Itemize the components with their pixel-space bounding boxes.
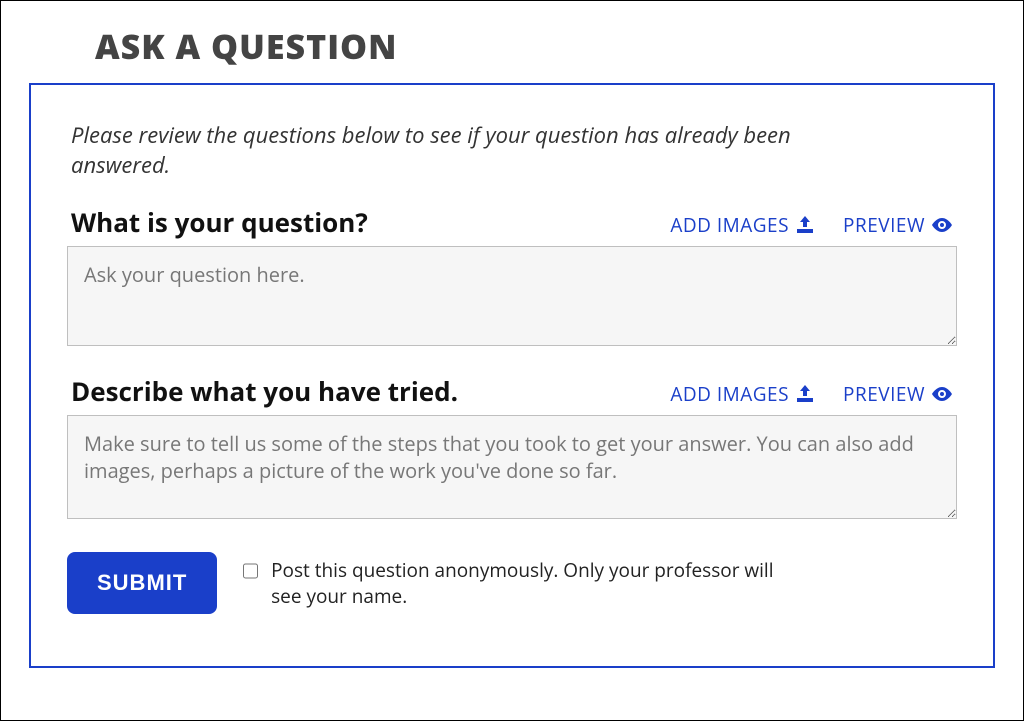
add-images-label: ADD IMAGES <box>670 381 789 407</box>
upload-icon <box>795 216 815 234</box>
add-images-button[interactable]: ADD IMAGES <box>670 212 815 238</box>
preview-button[interactable]: PREVIEW <box>843 212 953 238</box>
intro-text: Please review the questions below to see… <box>71 121 831 180</box>
anonymous-option[interactable]: Post this question anonymously. Only you… <box>239 552 799 609</box>
question-header-actions: ADD IMAGES PREVIEW <box>670 212 953 238</box>
preview-label: PREVIEW <box>843 212 925 238</box>
tried-textarea[interactable] <box>67 415 957 519</box>
ask-question-panel: Please review the questions below to see… <box>29 83 995 668</box>
preview-label: PREVIEW <box>843 381 925 407</box>
add-images-label: ADD IMAGES <box>670 212 789 238</box>
tried-label: Describe what you have tried. <box>71 373 458 409</box>
anonymous-label: Post this question anonymously. Only you… <box>271 558 799 609</box>
submit-button[interactable]: SUBMIT <box>67 552 217 614</box>
tried-header: Describe what you have tried. ADD IMAGES… <box>67 373 957 415</box>
preview-button[interactable]: PREVIEW <box>843 381 953 407</box>
tried-section: Describe what you have tried. ADD IMAGES… <box>67 373 957 524</box>
question-section: What is your question? ADD IMAGES PREVIE… <box>67 204 957 351</box>
upload-icon <box>795 385 815 403</box>
page-title: ASK A QUESTION <box>95 23 995 69</box>
app-frame: ASK A QUESTION Please review the questio… <box>0 0 1024 721</box>
question-textarea[interactable] <box>67 246 957 346</box>
question-header: What is your question? ADD IMAGES PREVIE… <box>67 204 957 246</box>
question-label: What is your question? <box>71 204 368 240</box>
eye-icon <box>931 387 953 401</box>
add-images-button[interactable]: ADD IMAGES <box>670 381 815 407</box>
eye-icon <box>931 218 953 232</box>
tried-header-actions: ADD IMAGES PREVIEW <box>670 381 953 407</box>
form-footer: SUBMIT Post this question anonymously. O… <box>67 552 957 614</box>
anonymous-checkbox[interactable] <box>243 562 258 580</box>
